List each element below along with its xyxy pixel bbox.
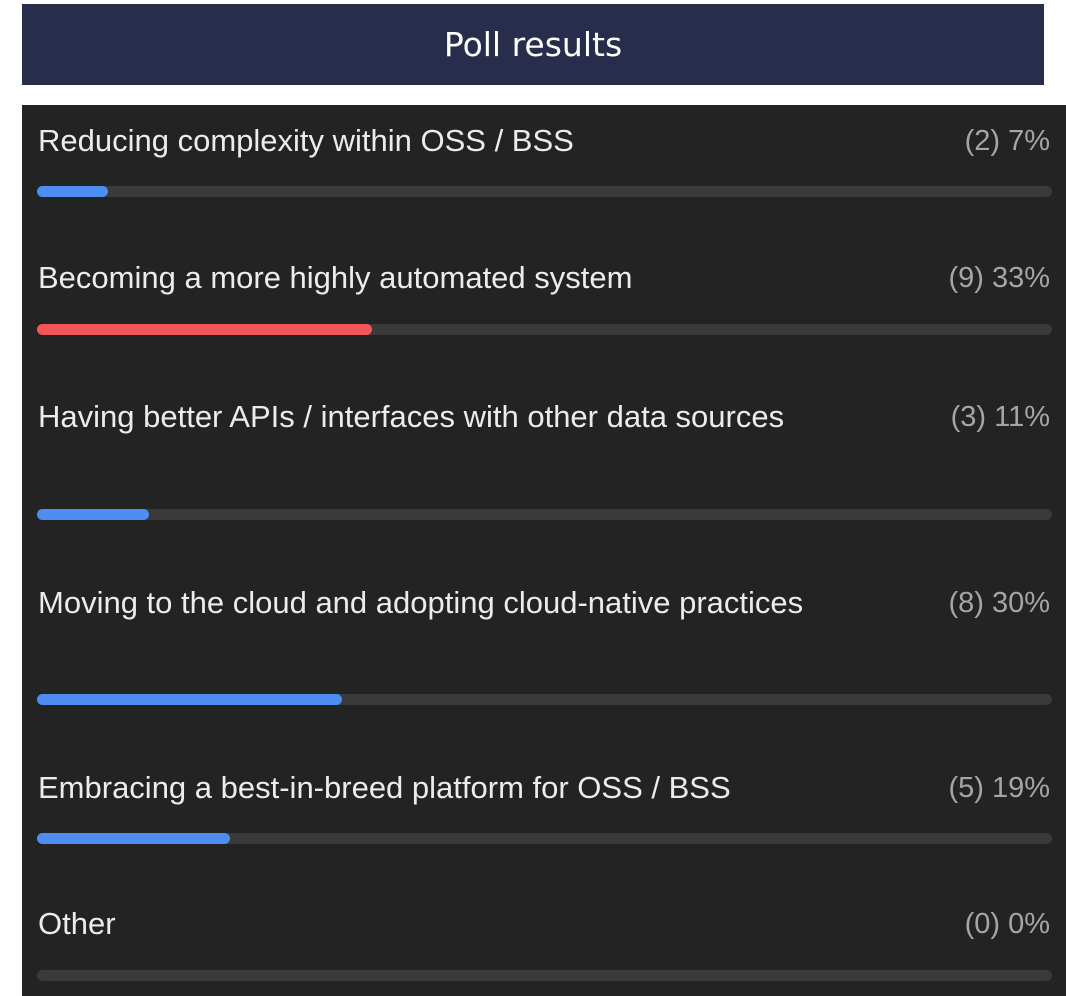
option-label: Embracing a best-in-breed platform for O… [38,770,731,805]
option-stat: (3) 11% [950,401,1050,433]
option-stat: (8) 30% [948,587,1050,619]
option-stat: (9) 33% [948,262,1050,294]
option-stat: (2) 7% [964,125,1050,157]
option-label: Moving to the cloud and adopting cloud-n… [38,585,804,620]
option-label: Reducing complexity within OSS / BSS [38,123,574,158]
option-label: Other [38,906,116,941]
poll-results-header: Poll results [22,4,1044,85]
result-bar-fill [37,694,342,705]
result-bar-track [37,970,1052,981]
option-stat: (0) 0% [964,908,1050,940]
result-bar-track [37,324,1052,335]
result-bar-track [37,833,1052,844]
option-label: Having better APIs / interfaces with oth… [38,399,785,434]
result-bar-fill [37,509,149,520]
poll-results-panel: Reducing complexity within OSS / BSS (2)… [22,105,1066,996]
result-bar-track [37,509,1052,520]
result-bar-fill [37,186,109,197]
result-bar-track [37,694,1052,705]
result-bar-fill [37,324,372,335]
option-stat: (5) 19% [948,772,1050,804]
result-bar-track [37,186,1052,197]
result-bar-fill [37,833,230,844]
option-label: Becoming a more highly automated system [38,260,633,295]
page-title: Poll results [443,25,623,64]
